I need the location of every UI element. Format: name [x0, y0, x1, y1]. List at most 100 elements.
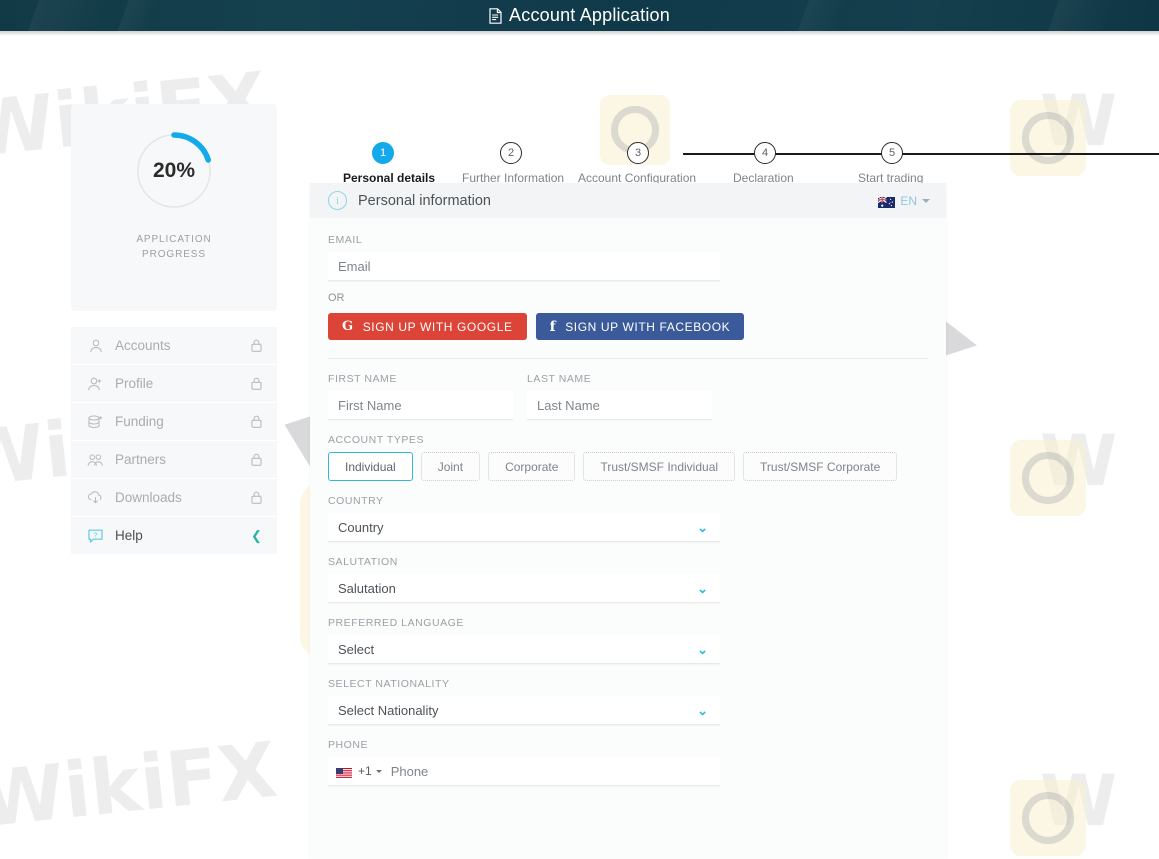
sidebar-item-help[interactable]: ? Help ❮ — [71, 517, 277, 555]
account-type-joint[interactable]: Joint — [420, 452, 481, 481]
user-icon — [87, 337, 104, 354]
card-title: Personal information — [358, 192, 491, 209]
account-types-group: ACCOUNT TYPES Individual Joint Corporate… — [328, 434, 928, 481]
lock-icon — [250, 377, 263, 390]
user-plus-icon — [87, 375, 104, 392]
progress-caption: APPLICATION PROGRESS — [71, 232, 277, 262]
nationality-label: SELECT NATIONALITY — [328, 678, 450, 690]
progress-caption-line2: PROGRESS — [142, 249, 206, 260]
lock-icon — [250, 415, 263, 428]
phone-group: PHONE +1 Phone — [328, 739, 928, 786]
lock-icon — [250, 453, 263, 466]
phone-input-wrap[interactable]: +1 — [328, 757, 720, 786]
lock-icon — [250, 491, 263, 504]
sidebar-item-accounts[interactable]: Accounts — [71, 327, 277, 365]
users-icon — [87, 451, 104, 468]
sidebar-item-label: Accounts — [115, 338, 171, 353]
facebook-button-label: SIGN UP WITH FACEBOOK — [565, 319, 731, 334]
google-button-label: SIGN UP WITH GOOGLE — [362, 319, 513, 334]
account-type-trust-smsf-corporate[interactable]: Trust/SMSF Corporate — [743, 452, 898, 481]
caret-down-icon — [922, 198, 930, 203]
account-type-individual[interactable]: Individual — [328, 452, 413, 481]
svg-text:?: ? — [93, 530, 97, 539]
help-bubble-icon: ? — [87, 527, 104, 544]
nationality-select-value: Select Nationality — [338, 702, 439, 718]
app-title-text: Account Application — [509, 5, 670, 25]
step-declaration[interactable]: 4 Declaration — [733, 142, 794, 185]
usa-flag-icon — [336, 766, 352, 779]
info-circle-icon: i — [328, 191, 347, 210]
caret-down-icon[interactable] — [375, 769, 382, 773]
step-number: 3 — [627, 142, 649, 164]
step-further-information[interactable]: 2 Further Information — [462, 142, 564, 185]
email-input-wrap[interactable] — [328, 252, 720, 281]
app-header: Account Application — [0, 0, 1159, 31]
step-number: 1 — [372, 142, 394, 164]
salutation-select[interactable]: Salutation ⌄ — [328, 574, 720, 603]
language-code: EN — [900, 193, 917, 208]
sidebar-item-label: Help — [115, 528, 143, 543]
page-title: Account Application — [489, 5, 670, 26]
country-label: COUNTRY — [328, 495, 384, 507]
chevron-left-icon[interactable]: ❮ — [250, 529, 263, 542]
cloud-download-icon — [87, 489, 104, 506]
email-label: EMAIL — [328, 234, 363, 246]
sidebar-item-funding[interactable]: Funding — [71, 403, 277, 441]
country-group: COUNTRY Country ⌄ — [328, 495, 928, 542]
lock-icon — [250, 339, 263, 352]
account-types-label: ACCOUNT TYPES — [328, 434, 425, 446]
phone-country-code: +1 — [358, 764, 372, 778]
salutation-group: SALUTATION Salutation ⌄ — [328, 556, 928, 603]
chevron-down-icon: ⌄ — [697, 519, 708, 535]
nationality-select[interactable]: Select Nationality ⌄ — [328, 696, 720, 725]
application-progress-card: 20% APPLICATION PROGRESS — [71, 104, 277, 311]
step-start-trading[interactable]: 5 Start trading — [858, 142, 923, 185]
sidebar-item-label: Profile — [115, 376, 154, 391]
language-selector[interactable]: EN — [878, 194, 930, 208]
google-icon: G — [342, 319, 354, 334]
card-body: EMAIL OR G SIGN UP WITH GOOGLE f SIGN UP… — [310, 218, 946, 786]
step-account-configuration[interactable]: 3 Account Configuration — [578, 142, 696, 185]
last-name-input[interactable] — [537, 397, 702, 413]
sidebar-item-label: Funding — [115, 414, 164, 429]
phone-input[interactable] — [390, 763, 720, 779]
phone-label: PHONE — [328, 739, 369, 751]
salutation-label: SALUTATION — [328, 556, 398, 568]
main-content: 20% APPLICATION PROGRESS Accounts Profil… — [0, 36, 1159, 859]
chevron-down-icon: ⌄ — [697, 580, 708, 596]
sidebar-menu: Accounts Profile Funding Partners Downlo… — [71, 327, 277, 555]
coins-plus-icon — [87, 413, 104, 430]
first-name-input-wrap[interactable] — [328, 391, 513, 420]
account-type-trust-smsf-individual[interactable]: Trust/SMSF Individual — [583, 452, 736, 481]
first-name-input[interactable] — [338, 397, 503, 413]
email-input[interactable] — [338, 258, 710, 274]
personal-information-card: i Personal information EN EMAIL Email OR… — [310, 183, 946, 859]
last-name-label: LAST NAME — [527, 373, 592, 385]
progress-stepper: 1 Personal details 2 Further Information… — [310, 104, 1159, 185]
chevron-down-icon: ⌄ — [697, 641, 708, 657]
progress-ring: 20% — [135, 132, 213, 210]
nationality-group: SELECT NATIONALITY Select Nationality ⌄ — [328, 678, 928, 725]
sign-up-facebook-button[interactable]: f SIGN UP WITH FACEBOOK — [535, 313, 745, 340]
step-personal-details[interactable]: 1 Personal details — [343, 142, 435, 185]
first-name-label: FIRST NAME — [328, 373, 397, 385]
account-type-corporate[interactable]: Corporate — [488, 452, 576, 481]
chevron-down-icon: ⌄ — [697, 702, 708, 718]
country-select[interactable]: Country ⌄ — [328, 513, 720, 542]
salutation-select-value: Salutation — [338, 580, 396, 596]
sign-up-google-button[interactable]: G SIGN UP WITH GOOGLE — [328, 313, 527, 340]
sidebar-item-profile[interactable]: Profile — [71, 365, 277, 403]
document-icon — [489, 7, 502, 24]
last-name-input-wrap[interactable] — [527, 391, 712, 420]
card-header: i Personal information EN — [310, 183, 946, 218]
section-divider — [328, 358, 928, 359]
card-header-left: i Personal information — [328, 191, 491, 210]
sidebar-item-downloads[interactable]: Downloads — [71, 479, 277, 517]
country-select-value: Country — [338, 519, 384, 535]
sidebar-item-partners[interactable]: Partners — [71, 441, 277, 479]
preferred-language-select[interactable]: Select ⌄ — [328, 635, 720, 664]
step-number: 5 — [881, 142, 903, 164]
page-root: Account Application WikiFX WikiFX WikiFX… — [0, 0, 1159, 859]
preferred-language-label: PREFERRED LANGUAGE — [328, 617, 464, 629]
first-name-group: FIRST NAME — [328, 373, 513, 420]
